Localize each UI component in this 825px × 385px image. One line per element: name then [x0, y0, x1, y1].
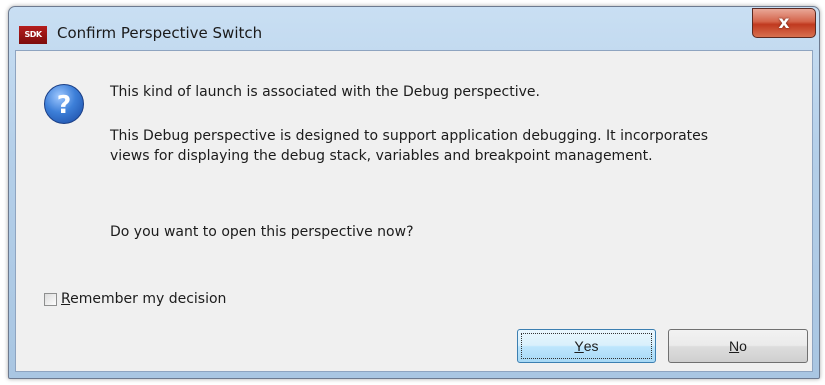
- message-line-1: This kind of launch is associated with t…: [110, 84, 540, 100]
- yes-button[interactable]: Yes: [517, 329, 656, 363]
- dialog-content: ? This kind of launch is associated with…: [15, 50, 813, 372]
- remember-decision-checkbox[interactable]: Remember my decision: [44, 291, 226, 307]
- title-bar[interactable]: SDK Confirm Perspective Switch x: [9, 7, 819, 55]
- question-icon: ?: [44, 84, 84, 124]
- message-line-2: This Debug perspective is designed to su…: [110, 128, 709, 164]
- close-icon: x: [778, 13, 790, 33]
- remember-mnemonic: R: [61, 291, 71, 307]
- remember-label[interactable]: Remember my decision: [61, 291, 226, 307]
- no-mnemonic: N: [729, 338, 740, 354]
- question-glyph: ?: [56, 89, 72, 119]
- focus-rectangle: [521, 333, 652, 359]
- sdk-app-icon: SDK: [19, 26, 47, 44]
- close-button[interactable]: x: [752, 8, 816, 38]
- message-line-3: Do you want to open this perspective now…: [110, 224, 414, 240]
- checkbox-box[interactable]: [44, 292, 57, 306]
- dialog-window: SDK Confirm Perspective Switch x ? This …: [8, 6, 820, 379]
- no-button[interactable]: No: [668, 329, 808, 363]
- remember-label-rest: emember my decision: [70, 291, 227, 307]
- no-label-rest: o: [739, 338, 747, 354]
- window-title: Confirm Perspective Switch: [57, 24, 263, 42]
